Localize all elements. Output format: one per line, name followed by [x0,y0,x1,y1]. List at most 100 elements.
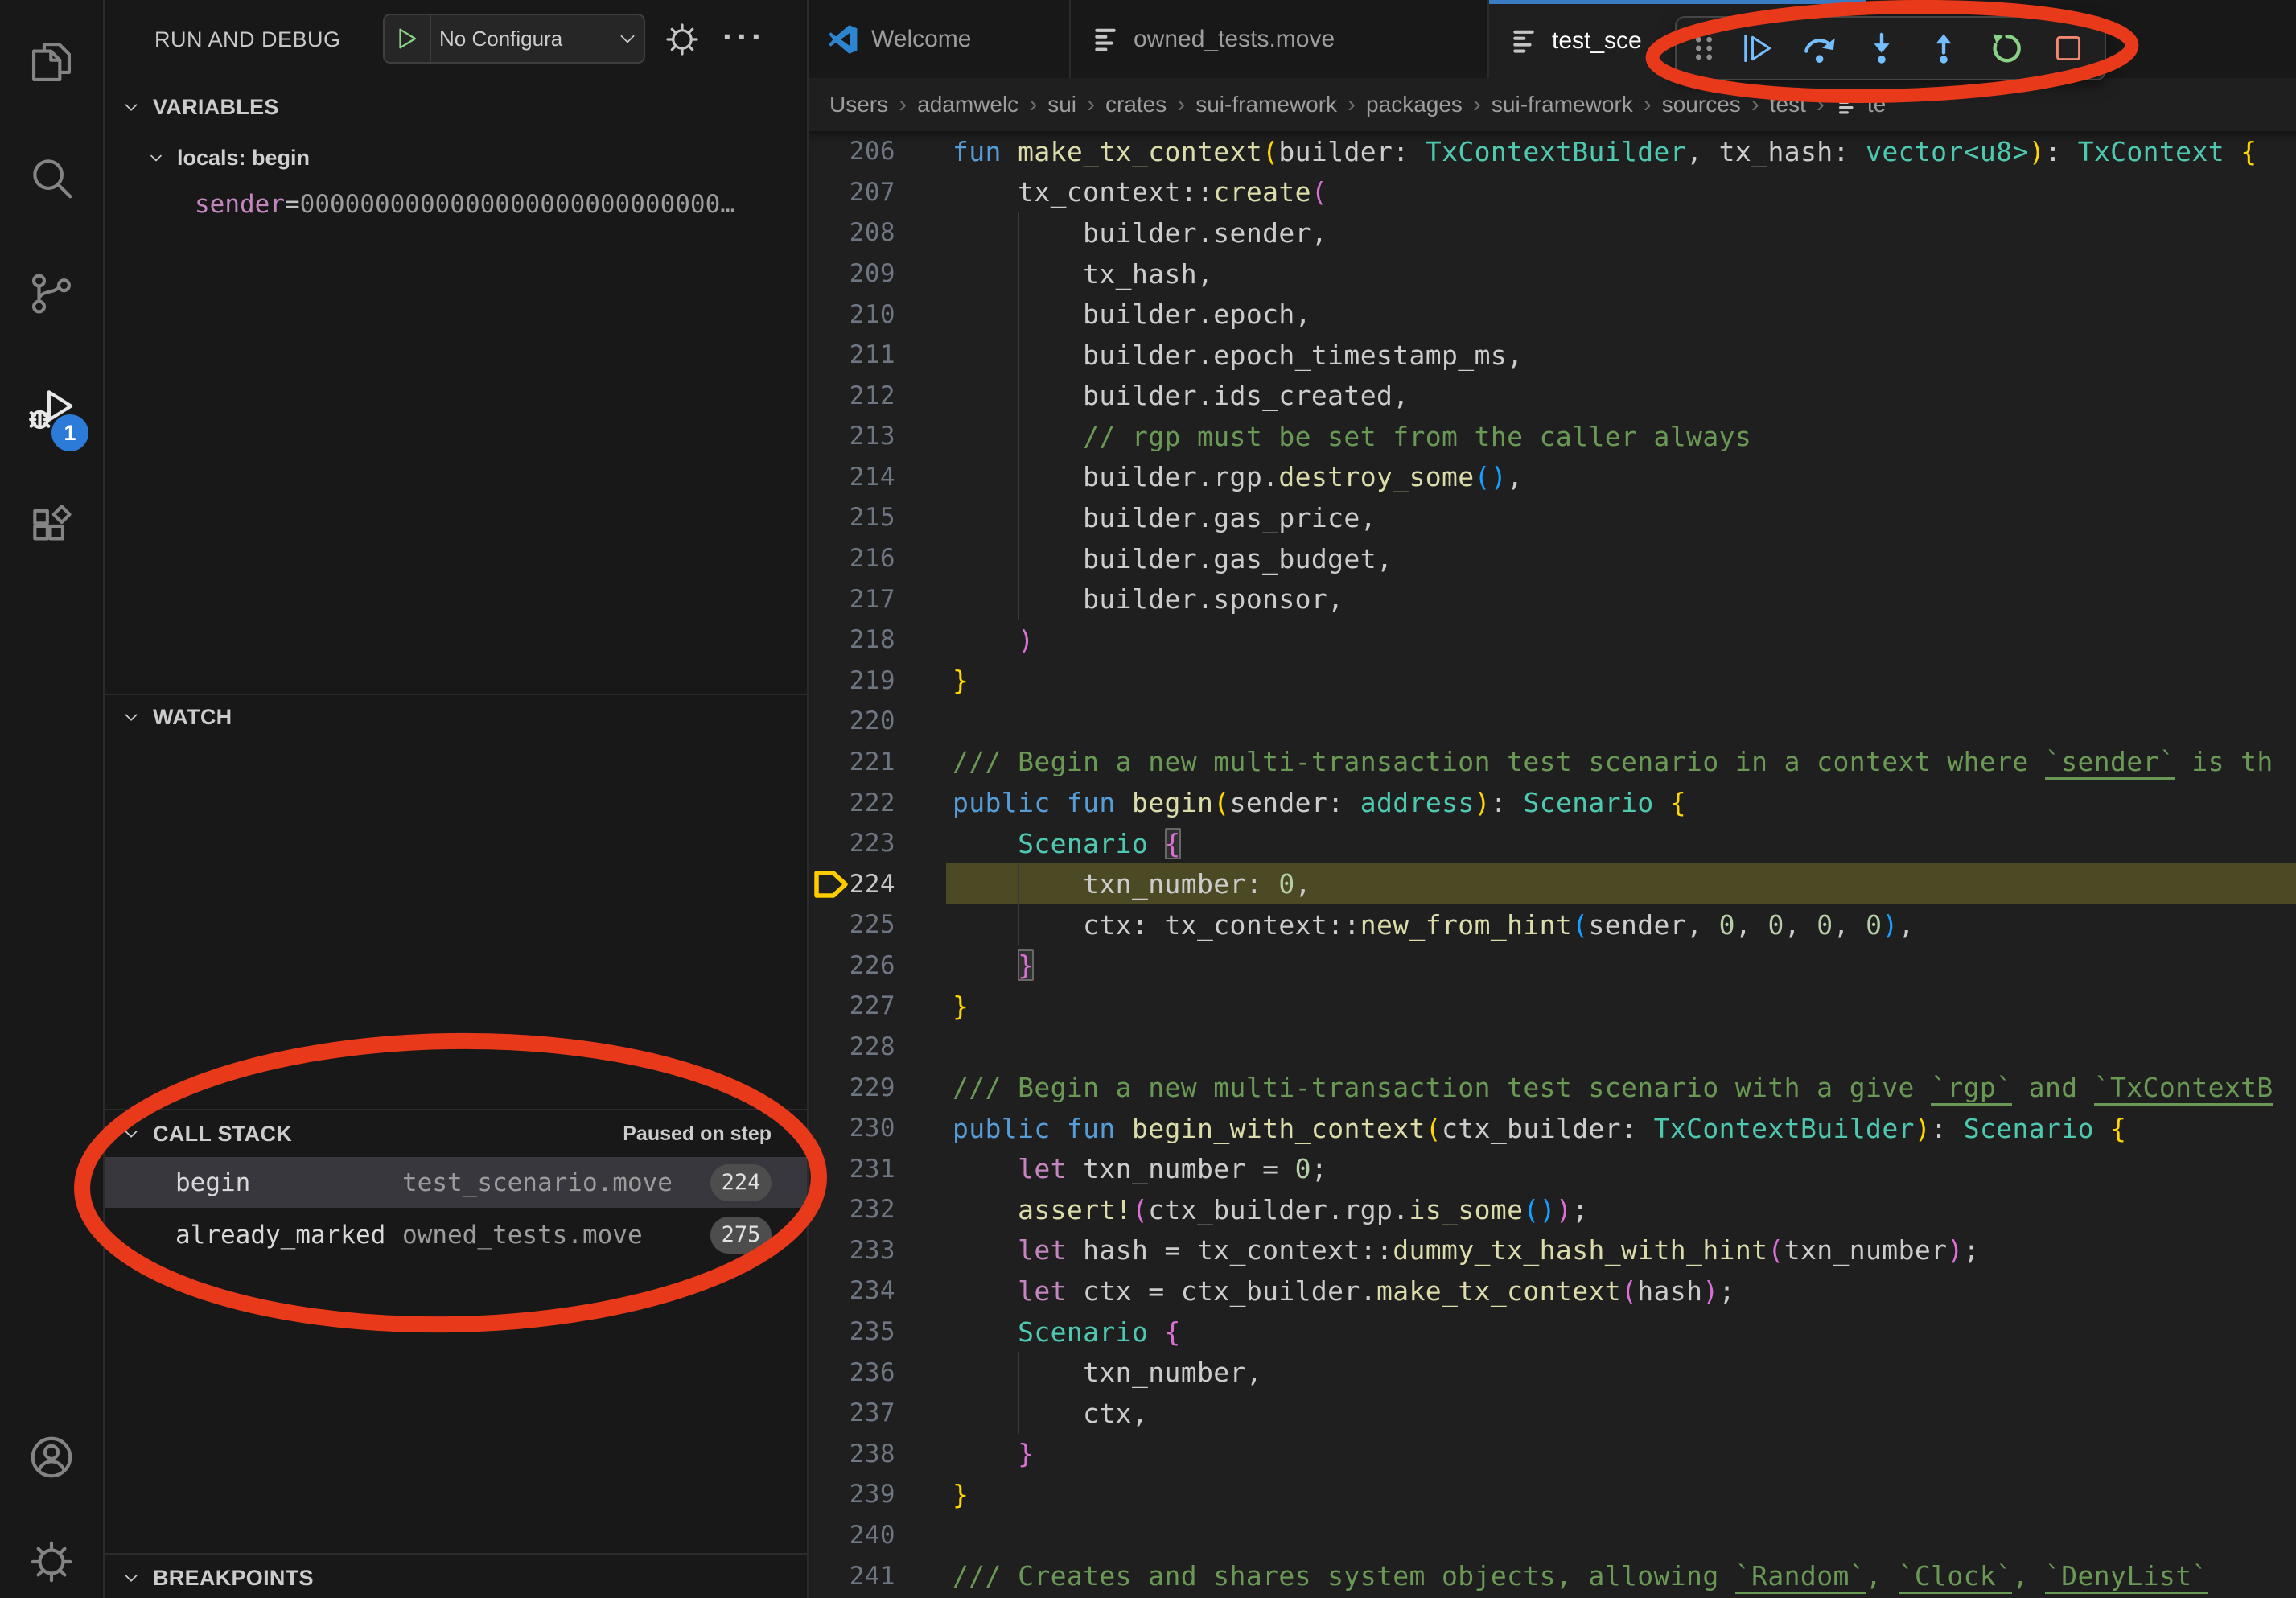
code-line-232[interactable]: 232 assert!(ctx_builder.rgp.is_some()); [809,1189,2296,1230]
code-line-241[interactable]: 241/// Creates and shares system objects… [809,1555,2296,1596]
code-line-212[interactable]: 212 builder.ids_created, [809,375,2296,416]
gutter-glyph-margin[interactable] [809,335,839,376]
code-line-238[interactable]: 238 } [809,1434,2296,1475]
more-actions-icon[interactable]: ··· [722,0,766,74]
gutter-glyph-margin[interactable] [809,782,839,823]
activity-bar-item-explorer[interactable] [0,18,103,106]
stop-button[interactable] [2043,23,2093,73]
code-line-221[interactable]: 221/// Begin a new multi-transaction tes… [809,742,2296,783]
variables-section-header[interactable]: VARIABLES [105,87,807,127]
gear-icon[interactable] [663,20,702,59]
breadcrumb-item[interactable]: sui-framework [1195,92,1337,117]
gutter-glyph-margin[interactable] [809,1312,839,1353]
editor-tab-welcome[interactable]: Welcome [809,0,1071,78]
code-line-231[interactable]: 231 let txn_number = 0; [809,1148,2296,1189]
gutter-glyph-margin[interactable] [809,1352,839,1393]
code-line-225[interactable]: 225 ctx: tx_context::new_from_hint(sende… [809,904,2296,945]
code-line-240[interactable]: 240 [809,1515,2296,1556]
gutter-glyph-margin[interactable] [809,375,839,416]
gutter-glyph-margin[interactable] [809,1067,839,1108]
step-over-button[interactable] [1795,23,1845,73]
gutter-glyph-margin[interactable] [809,212,839,253]
code-line-213[interactable]: 213 // rgp must be set from the caller a… [809,416,2296,457]
code-line-226[interactable]: 226 } [809,945,2296,986]
code-line-219[interactable]: 219} [809,661,2296,702]
code-line-227[interactable]: 227} [809,986,2296,1027]
gutter-glyph-margin[interactable] [809,823,839,864]
gutter-glyph-margin[interactable] [809,1027,839,1068]
debug-configuration-dropdown[interactable]: No Configura [383,14,645,64]
gutter-glyph-margin[interactable] [809,1434,839,1475]
breadcrumb-item[interactable]: sui-framework [1492,92,1633,117]
variables-scope-locals[interactable]: locals: begin [105,137,807,179]
gutter-glyph-margin[interactable] [809,945,839,986]
gutter-glyph-margin[interactable] [809,497,839,538]
editor-tab-owned-tests-move[interactable]: owned_tests.move [1071,0,1489,78]
toolbar-drag-handle[interactable] [1688,23,1720,73]
activity-bar-item-extensions[interactable] [0,483,103,571]
code-line-215[interactable]: 215 builder.gas_price, [809,497,2296,538]
continue-button[interactable] [1732,23,1782,73]
code-line-239[interactable]: 239} [809,1474,2296,1515]
code-line-216[interactable]: 216 builder.gas_budget, [809,538,2296,579]
code-line-210[interactable]: 210 builder.epoch, [809,294,2296,335]
code-line-217[interactable]: 217 builder.sponsor, [809,579,2296,620]
breadcrumb-item[interactable]: Users [829,92,888,117]
gutter-glyph-margin[interactable] [809,457,839,498]
gutter-glyph-margin[interactable] [809,1108,839,1149]
gutter-glyph-margin[interactable] [809,863,839,904]
code-line-233[interactable]: 233 let hash = tx_context::dummy_tx_hash… [809,1230,2296,1271]
code-line-229[interactable]: 229/// Begin a new multi-transaction tes… [809,1067,2296,1108]
breadcrumb-item[interactable]: test [1770,92,1806,117]
gutter-glyph-margin[interactable] [809,131,839,172]
gutter-glyph-margin[interactable] [809,701,839,742]
code-line-224[interactable]: 224 txn_number: 0, [809,863,2296,904]
code-line-207[interactable]: 207 tx_context::create( [809,172,2296,213]
gutter-glyph-margin[interactable] [809,1189,839,1230]
gutter-glyph-margin[interactable] [809,1393,839,1434]
code-line-236[interactable]: 236 txn_number, [809,1352,2296,1393]
call-stack-frame-already_marked[interactable]: already_markedowned_tests.move275 [105,1209,807,1260]
restart-button[interactable] [1981,23,2031,73]
gutter-glyph-margin[interactable] [809,1474,839,1515]
breadcrumb-file-item[interactable]: te [1835,92,1886,117]
code-line-218[interactable]: 218 ) [809,620,2296,661]
activity-bar-item-search[interactable] [0,134,103,222]
gutter-glyph-margin[interactable] [809,986,839,1027]
gutter-glyph-margin[interactable] [809,904,839,945]
code-line-235[interactable]: 235 Scenario { [809,1312,2296,1353]
gutter-glyph-margin[interactable] [809,579,839,620]
activity-bar-item-settings[interactable] [0,1518,103,1598]
code-line-228[interactable]: 228 [809,1027,2296,1068]
code-line-208[interactable]: 208 builder.sender, [809,212,2296,253]
breadcrumb-item[interactable]: crates [1105,92,1167,117]
gutter-glyph-margin[interactable] [809,1271,839,1312]
step-into-button[interactable] [1857,23,1907,73]
activity-bar-item-account[interactable] [0,1413,103,1501]
gutter-glyph-margin[interactable] [809,742,839,783]
start-debugging-icon[interactable] [385,15,431,62]
code-line-223[interactable]: 223 Scenario { [809,823,2296,864]
gutter-glyph-margin[interactable] [809,1230,839,1271]
code-line-237[interactable]: 237 ctx, [809,1393,2296,1434]
code-line-209[interactable]: 209 tx_hash, [809,253,2296,294]
code-line-214[interactable]: 214 builder.rgp.destroy_some(), [809,457,2296,498]
code-line-230[interactable]: 230public fun begin_with_context(ctx_bui… [809,1108,2296,1149]
activity-bar-item-run-and-debug[interactable]: 1 [0,366,103,455]
gutter-glyph-margin[interactable] [809,172,839,213]
gutter-glyph-margin[interactable] [809,538,839,579]
call-stack-frame-begin[interactable]: begintest_scenario.move224 [105,1157,807,1208]
code-line-222[interactable]: 222public fun begin(sender: address): Sc… [809,782,2296,823]
activity-bar-item-source-control[interactable] [0,249,103,338]
code-line-211[interactable]: 211 builder.epoch_timestamp_ms, [809,335,2296,376]
breadcrumb-item[interactable]: sui [1047,92,1076,117]
gutter-glyph-margin[interactable] [809,294,839,335]
variable-sender-row[interactable]: sender = 0000000000000000000000000000… [105,183,807,225]
gutter-glyph-margin[interactable] [809,1148,839,1189]
breadcrumb-item[interactable]: packages [1366,92,1463,117]
gutter-glyph-margin[interactable] [809,1555,839,1596]
code-line-220[interactable]: 220 [809,701,2296,742]
gutter-glyph-margin[interactable] [809,1515,839,1556]
code-line-234[interactable]: 234 let ctx = ctx_builder.make_tx_contex… [809,1271,2296,1312]
gutter-glyph-margin[interactable] [809,620,839,661]
